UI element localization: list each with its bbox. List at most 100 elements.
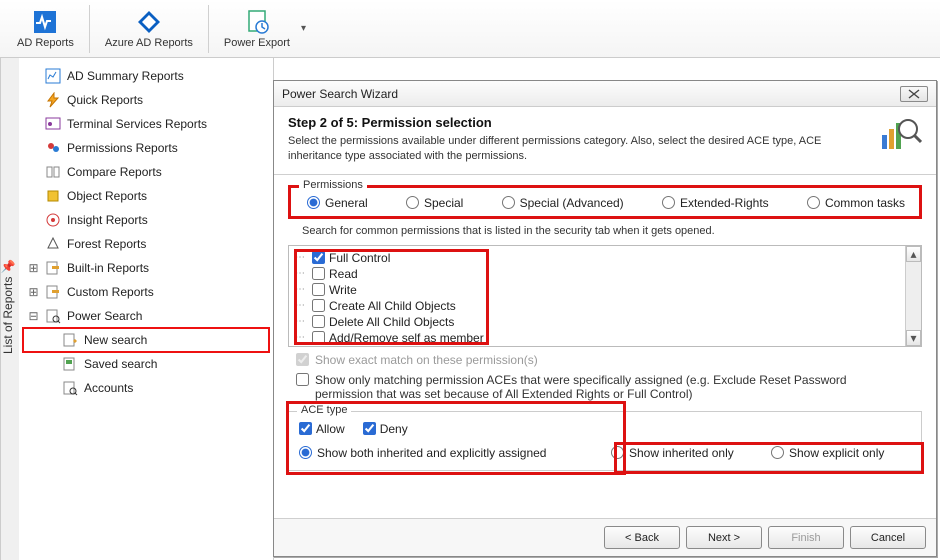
permissions-description: Search for common permissions that is li… xyxy=(302,225,922,237)
radio-special[interactable]: Special xyxy=(406,196,463,210)
summary-icon xyxy=(45,68,61,84)
close-button[interactable] xyxy=(900,86,928,102)
radio-general[interactable]: General xyxy=(307,196,368,210)
radio-label: General xyxy=(325,196,368,210)
radio-label: Special xyxy=(424,196,463,210)
tree-label: Saved search xyxy=(84,357,157,371)
cancel-button[interactable]: Cancel xyxy=(850,526,926,549)
report-icon xyxy=(45,260,61,276)
terminal-icon xyxy=(45,116,61,132)
tree-label: Quick Reports xyxy=(67,93,143,107)
dialog-title: Power Search Wizard xyxy=(282,87,398,101)
ribbon-ad-reports[interactable]: AD Reports xyxy=(6,5,85,52)
tree-label: Permissions Reports xyxy=(67,141,178,155)
tree-item-custom[interactable]: ⊞Custom Reports xyxy=(23,280,269,304)
finish-button: Finish xyxy=(768,526,844,549)
tree-item-builtin[interactable]: ⊞Built-in Reports xyxy=(23,256,269,280)
tree-label: Power Search xyxy=(67,309,142,323)
tree-item-accounts[interactable]: Accounts xyxy=(23,376,269,400)
export-icon xyxy=(243,8,271,36)
checkbox-show-exact: Show exact match on these permission(s) xyxy=(296,353,922,367)
checkbox-label: Deny xyxy=(380,422,408,436)
scroll-track[interactable] xyxy=(906,262,921,330)
ribbon-azure-ad-reports[interactable]: Azure AD Reports xyxy=(94,5,204,52)
radio-extended-rights[interactable]: Extended-Rights xyxy=(662,196,769,210)
back-button[interactable]: < Back xyxy=(604,526,680,549)
perm-label: Create All Child Objects xyxy=(329,299,456,313)
tree-item-power-search[interactable]: ⊟ Power Search xyxy=(23,304,269,328)
permissions-group: Permissions General Special Special (Adv… xyxy=(288,185,922,219)
permissions-icon xyxy=(45,140,61,156)
checkbox-deny[interactable]: Deny xyxy=(363,422,408,436)
tree-item-new-search[interactable]: New search xyxy=(23,328,269,352)
new-search-icon xyxy=(62,332,78,348)
perm-label: Full Control xyxy=(329,251,390,265)
radio-common-tasks[interactable]: Common tasks xyxy=(807,196,905,210)
tree-item-object[interactable]: Object Reports xyxy=(23,184,269,208)
permissions-tree: ⋯Full Control ⋯Read ⋯Write ⋯Create All C… xyxy=(288,245,922,347)
scroll-up-icon[interactable]: ▴ xyxy=(906,246,921,262)
tree-label: Forest Reports xyxy=(67,237,146,251)
scrollbar[interactable]: ▴ ▾ xyxy=(905,246,921,346)
perm-label: Add/Remove self as member xyxy=(329,331,484,345)
radio-label: Show inherited only xyxy=(629,446,734,460)
tree-item-permissions[interactable]: Permissions Reports xyxy=(23,136,269,160)
separator xyxy=(89,5,90,53)
perm-item-full-control[interactable]: ⋯Full Control xyxy=(295,250,899,266)
radio-show-explicit[interactable]: Show explicit only xyxy=(771,446,911,460)
checkbox-allow[interactable]: Allow xyxy=(299,422,345,436)
perm-item-write[interactable]: ⋯Write xyxy=(295,282,899,298)
perm-item-add-remove-self[interactable]: ⋯Add/Remove self as member xyxy=(295,330,899,346)
ribbon-power-export[interactable]: Power Export xyxy=(213,5,301,52)
close-icon xyxy=(908,89,920,99)
checkbox-show-matching[interactable]: Show only matching permission ACEs that … xyxy=(296,373,922,401)
perm-item-read[interactable]: ⋯Read xyxy=(295,266,899,282)
tree-label: Accounts xyxy=(84,381,133,395)
expand-icon[interactable]: ⊞ xyxy=(28,287,39,298)
tree-label: Insight Reports xyxy=(67,213,148,227)
radio-special-advanced[interactable]: Special (Advanced) xyxy=(502,196,624,210)
radio-label: Show explicit only xyxy=(789,446,884,460)
tree-item-saved-search[interactable]: Saved search xyxy=(23,352,269,376)
perm-item-delete-children[interactable]: ⋯Delete All Child Objects xyxy=(295,314,899,330)
sidebar-tab-label: List of Reports xyxy=(1,276,15,353)
wizard-header: Step 2 of 5: Permission selection Select… xyxy=(274,107,936,175)
dropdown-caret-icon[interactable]: ▾ xyxy=(301,23,306,34)
wizard-footer: < Back Next > Finish Cancel xyxy=(274,518,936,556)
radio-label: Special (Advanced) xyxy=(520,196,624,210)
checkbox-label: Show only matching permission ACEs that … xyxy=(315,373,905,401)
reports-tree: AD Summary Reports Quick Reports Termina… xyxy=(19,58,274,560)
expand-icon[interactable]: ⊞ xyxy=(28,263,39,274)
sidebar-tab[interactable]: List of Reports 📌 xyxy=(0,58,19,560)
tree-item-summary[interactable]: AD Summary Reports xyxy=(23,64,269,88)
tree-label: New search xyxy=(84,333,147,347)
tree-item-compare[interactable]: Compare Reports xyxy=(23,160,269,184)
report-icon xyxy=(45,284,61,300)
power-search-wizard-dialog: Power Search Wizard Step 2 of 5: Permiss… xyxy=(273,80,937,557)
group-title: ACE type xyxy=(297,404,351,416)
radio-label: Extended-Rights xyxy=(680,196,769,210)
tree-item-terminal[interactable]: Terminal Services Reports xyxy=(23,112,269,136)
scroll-down-icon[interactable]: ▾ xyxy=(906,330,921,346)
tree-label: Compare Reports xyxy=(67,165,162,179)
wizard-search-icon xyxy=(878,115,922,164)
step-title: Step 2 of 5: Permission selection xyxy=(288,115,828,130)
collapse-icon[interactable]: ⊟ xyxy=(28,311,39,322)
next-button[interactable]: Next > xyxy=(686,526,762,549)
pin-icon: 📌 xyxy=(1,258,15,273)
tree-item-insight[interactable]: Insight Reports xyxy=(23,208,269,232)
compare-icon xyxy=(45,164,61,180)
tree-item-forest[interactable]: Forest Reports xyxy=(23,232,269,256)
object-icon xyxy=(45,188,61,204)
ribbon-label: Azure AD Reports xyxy=(105,37,193,49)
perm-item-create-children[interactable]: ⋯Create All Child Objects xyxy=(295,298,899,314)
tree-item-quick[interactable]: Quick Reports xyxy=(23,88,269,112)
perm-label: Delete All Child Objects xyxy=(329,315,454,329)
ribbon-label: Power Export xyxy=(224,37,290,49)
ribbon-label: AD Reports xyxy=(17,37,74,49)
radio-show-both[interactable]: Show both inherited and explicitly assig… xyxy=(299,446,611,460)
search-icon xyxy=(45,308,61,324)
perm-label: Read xyxy=(329,267,358,281)
checkbox-label: Show exact match on these permission(s) xyxy=(315,353,538,367)
radio-show-inherited[interactable]: Show inherited only xyxy=(611,446,771,460)
